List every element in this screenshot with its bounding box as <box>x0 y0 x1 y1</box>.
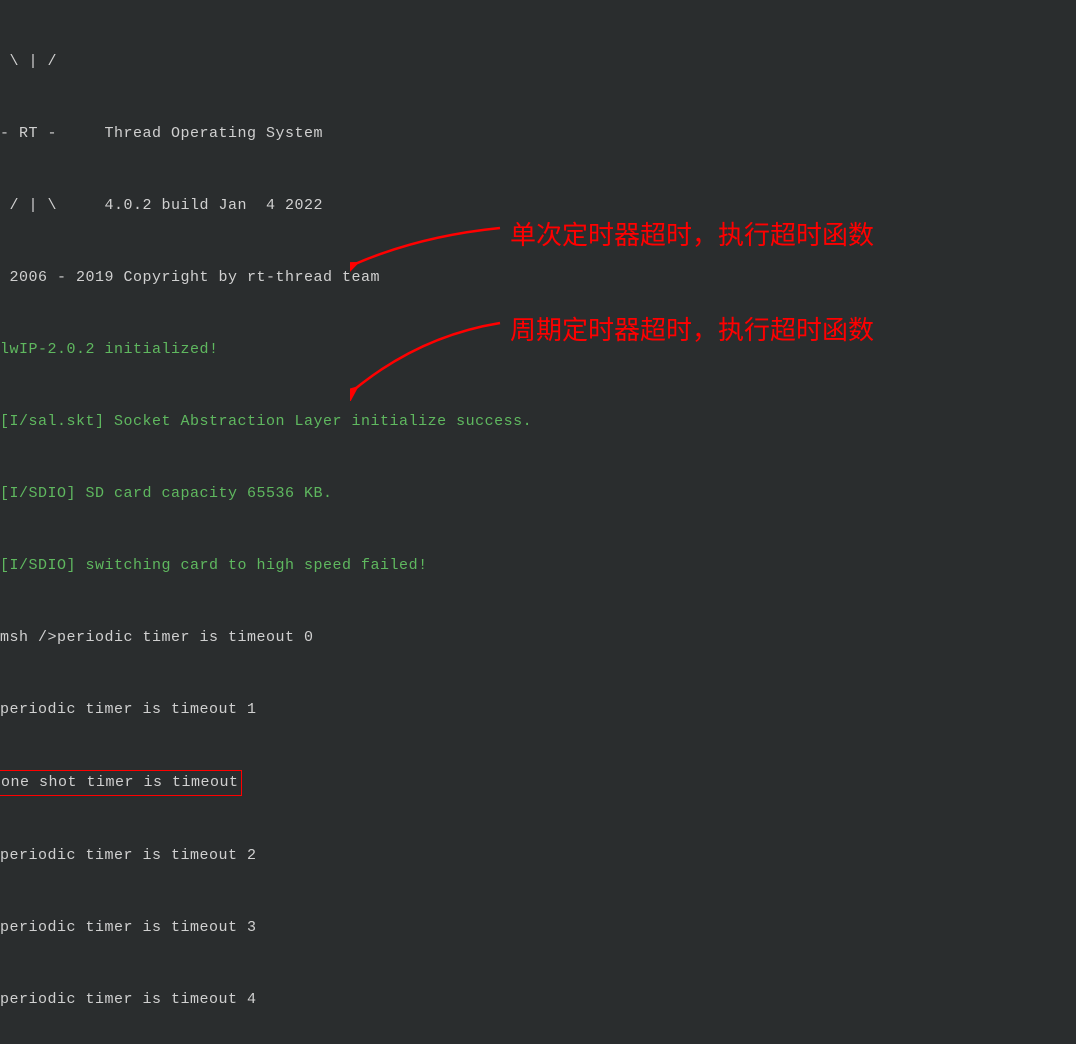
sal-init-line: [I/sal.skt] Socket Abstraction Layer ini… <box>0 410 1076 434</box>
arrow-icon <box>350 216 500 256</box>
periodic-timeout-3: periodic timer is timeout 3 <box>0 916 1076 940</box>
terminal-output: \ | / - RT - Thread Operating System / |… <box>0 2 1076 1044</box>
periodic-timeout-4: periodic timer is timeout 4 <box>0 988 1076 1012</box>
periodic-timeout-2: periodic timer is timeout 2 <box>0 844 1076 868</box>
logo-line-2: - RT - Thread Operating System <box>0 122 1076 146</box>
highlight-box: one shot timer is timeout <box>0 770 242 796</box>
msh-prompt-line: msh />periodic timer is timeout 0 <box>0 626 1076 650</box>
annotation-periodic: 周期定时器超时，执行超时函数 <box>350 310 874 352</box>
annotation-text-2: 周期定时器超时，执行超时函数 <box>510 310 874 352</box>
arrow-icon <box>350 311 500 351</box>
sdio-speed-line: [I/SDIO] switching card to high speed fa… <box>0 554 1076 578</box>
periodic-timeout-1: periodic timer is timeout 1 <box>0 698 1076 722</box>
annotation-text-1: 单次定时器超时，执行超时函数 <box>510 215 874 257</box>
sdio-capacity-line: [I/SDIO] SD card capacity 65536 KB. <box>0 482 1076 506</box>
annotation-oneshot: 单次定时器超时，执行超时函数 <box>350 215 874 257</box>
logo-line-1: \ | / <box>0 50 1076 74</box>
oneshot-timeout-line: one shot timer is timeout <box>0 770 1076 796</box>
copyright-line: 2006 - 2019 Copyright by rt-thread team <box>0 266 1076 290</box>
